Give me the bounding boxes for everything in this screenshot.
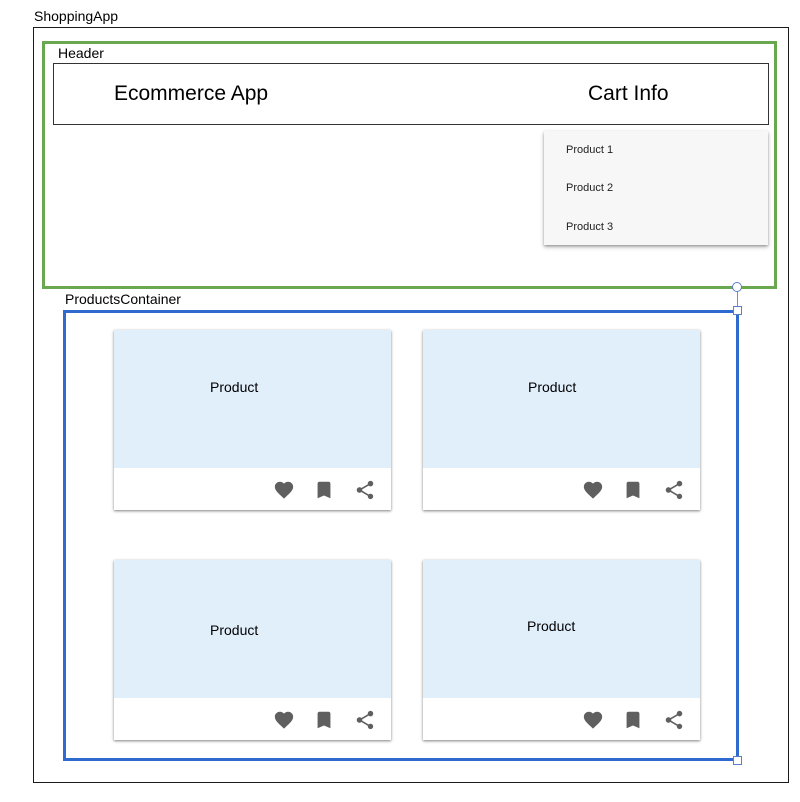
product-title: Product <box>527 618 576 634</box>
resize-handle-top-right[interactable] <box>733 306 742 315</box>
heart-icon[interactable] <box>582 709 604 731</box>
card-actions <box>423 698 700 740</box>
app-title: Ecommerce App <box>114 82 269 105</box>
share-icon[interactable] <box>354 709 376 731</box>
cart-menu-item[interactable]: Product 1 <box>566 143 613 157</box>
bookmark-icon[interactable] <box>313 479 335 501</box>
product-card[interactable]: Product <box>423 560 700 740</box>
card-actions <box>114 468 391 510</box>
product-card[interactable]: Product <box>114 330 391 510</box>
bookmark-icon[interactable] <box>313 709 335 731</box>
resize-handle-bottom-right[interactable] <box>733 756 742 765</box>
heart-icon[interactable] <box>273 479 295 501</box>
heart-icon[interactable] <box>582 479 604 501</box>
share-icon[interactable] <box>354 479 376 501</box>
app-label: ShoppingApp <box>34 8 119 24</box>
card-actions <box>423 468 700 510</box>
product-card[interactable]: Product <box>114 560 391 740</box>
share-icon[interactable] <box>663 709 685 731</box>
product-image-area <box>423 330 700 468</box>
product-title: Product <box>210 622 259 638</box>
cart-dropdown-menu: Product 1 Product 2 Product 3 <box>544 131 768 245</box>
cart-info[interactable]: Cart Info <box>588 82 669 106</box>
products-container-label: ProductsContainer <box>65 291 181 307</box>
product-image-area <box>114 330 391 468</box>
bookmark-icon[interactable] <box>622 479 644 501</box>
bookmark-icon[interactable] <box>622 709 644 731</box>
diagram-canvas: ShoppingApp Header Ecommerce App Cart In… <box>0 0 800 802</box>
product-title: Product <box>210 379 259 395</box>
card-actions <box>114 698 391 740</box>
rotation-handle[interactable] <box>732 282 742 292</box>
product-card[interactable]: Product <box>423 330 700 510</box>
cart-menu-item[interactable]: Product 2 <box>566 181 613 195</box>
product-title: Product <box>528 379 577 395</box>
heart-icon[interactable] <box>273 709 295 731</box>
share-icon[interactable] <box>663 479 685 501</box>
cart-menu-item[interactable]: Product 3 <box>566 220 613 234</box>
